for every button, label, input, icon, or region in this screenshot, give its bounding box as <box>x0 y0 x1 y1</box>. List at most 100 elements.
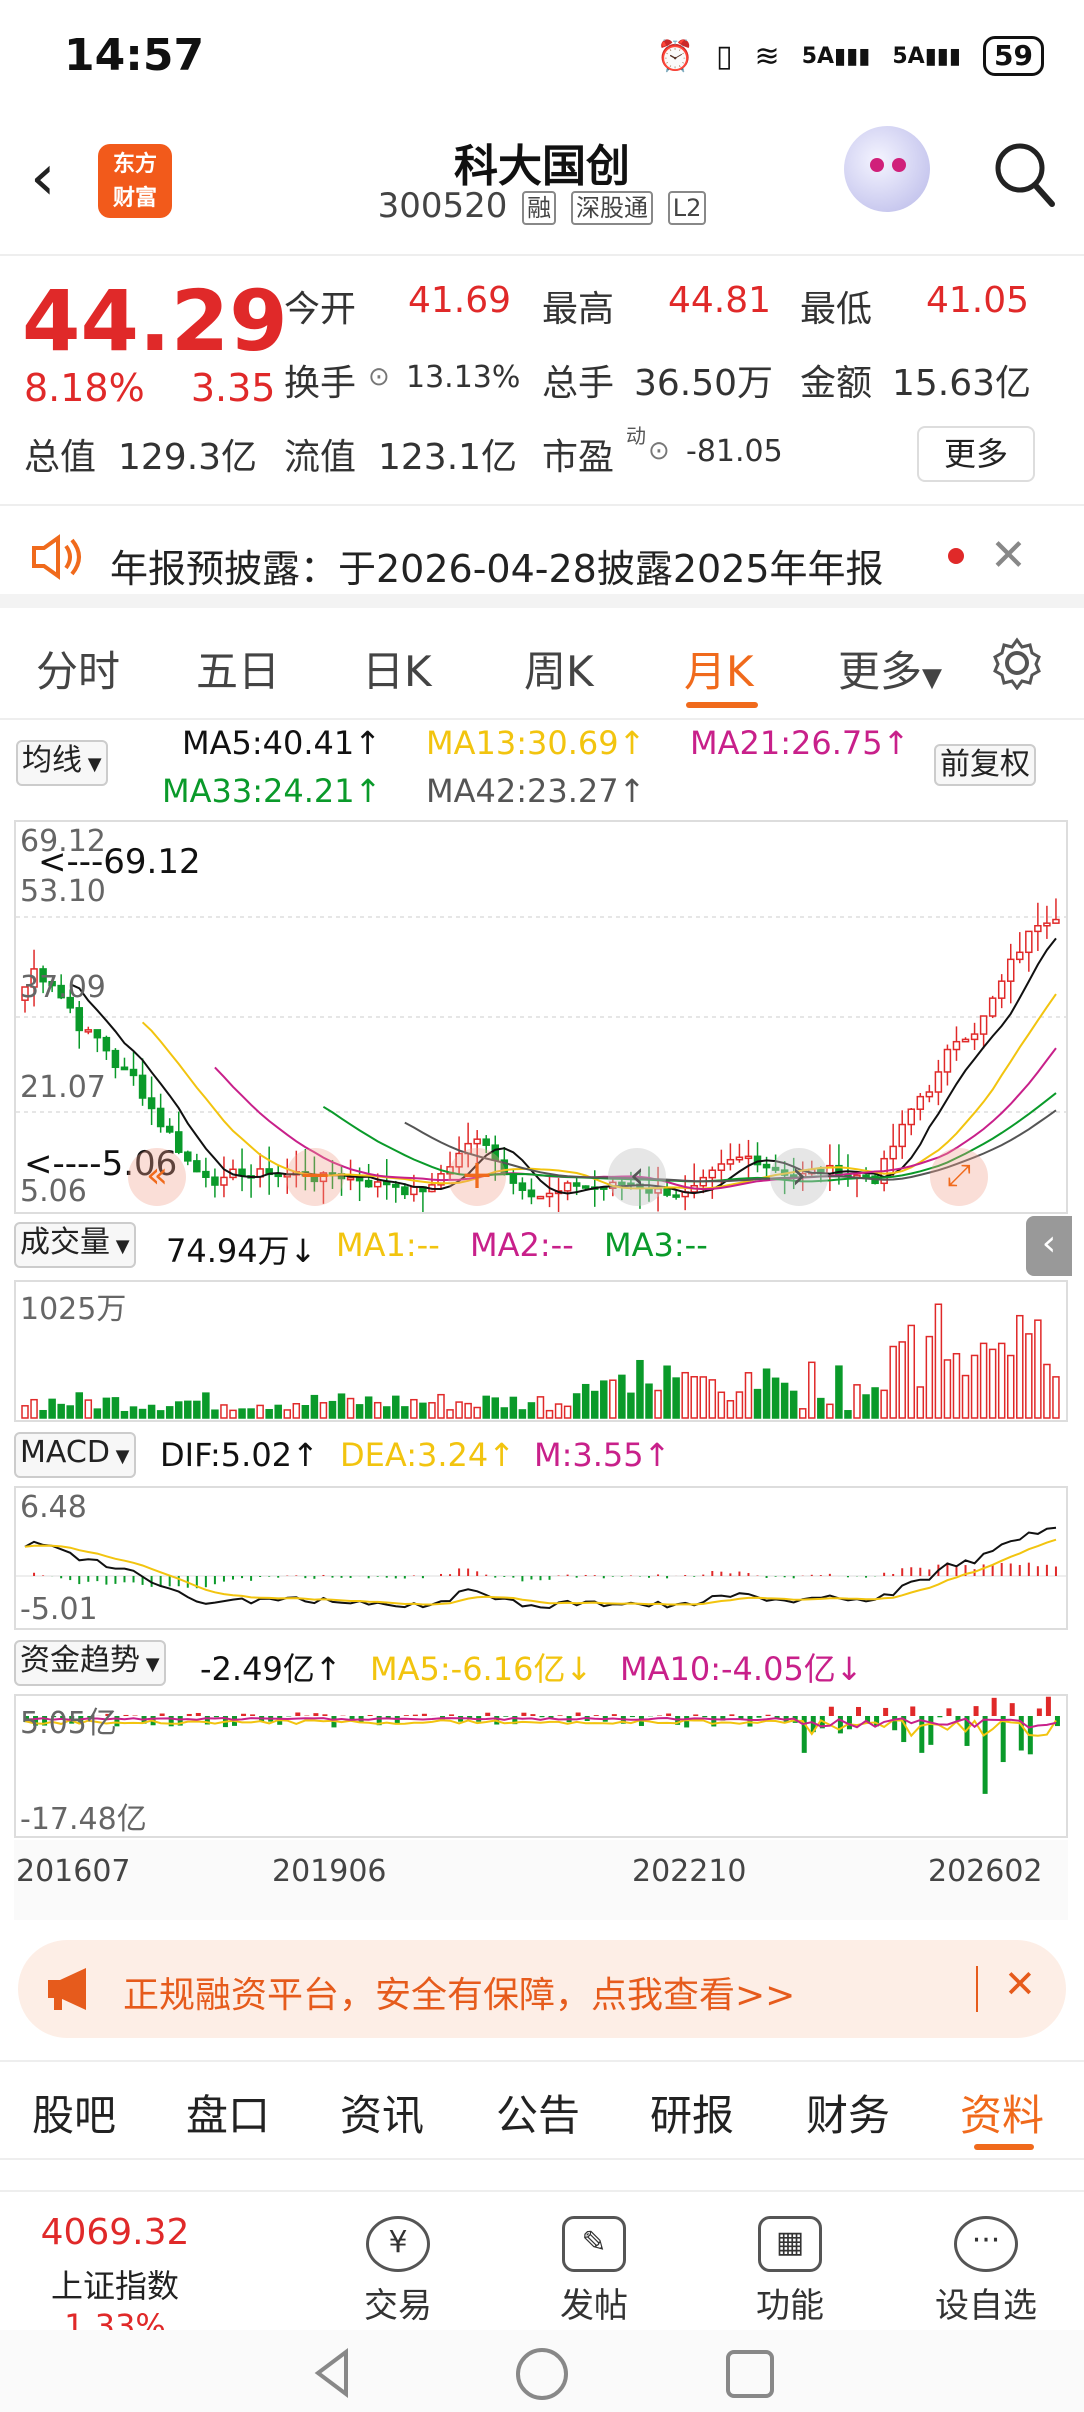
capital-bar <box>937 1716 943 1718</box>
functions-button[interactable]: ▦ 功能 <box>720 2216 860 2327</box>
volume-bar <box>735 1391 744 1419</box>
tab-daily-k[interactable]: 日K <box>362 638 432 699</box>
volume-bar <box>545 1409 554 1419</box>
pe-info-icon[interactable]: ⊙ <box>648 436 670 466</box>
capital-bar <box>1000 1716 1006 1763</box>
info-icon[interactable]: ⊙ <box>368 362 390 392</box>
more-quote-button[interactable]: 更多 <box>917 426 1035 482</box>
tab-news[interactable]: 资讯 <box>340 2082 424 2143</box>
capital-bar <box>539 1716 545 1718</box>
nav-recents-icon[interactable] <box>724 2348 776 2404</box>
capital-bar <box>313 1713 319 1716</box>
speaker-icon <box>28 532 84 582</box>
date-label-2: 201906 <box>272 1854 387 1889</box>
adjust-fq-button[interactable]: 前复权 <box>934 744 1036 786</box>
active-tab-underline <box>686 702 758 708</box>
tab-intraday[interactable]: 分时 <box>36 638 120 699</box>
close-promo-icon[interactable]: ✕ <box>1004 1962 1036 2006</box>
tab-weekly-k[interactable]: 周K <box>524 638 594 699</box>
notice-bar[interactable]: 年报预披露：于2026-04-28披露2025年年报 ✕ <box>0 508 1084 608</box>
candle-body <box>147 1097 156 1110</box>
index-widget[interactable]: 4069.32 上证指数 1.33% <box>0 2212 230 2345</box>
capital-bar <box>557 1715 563 1716</box>
candle-body <box>997 980 1006 999</box>
scroll-left-fast-icon[interactable]: « <box>128 1148 186 1206</box>
tab-five-day[interactable]: 五日 <box>196 638 280 699</box>
candle-body <box>979 1015 988 1035</box>
macd-chart[interactable]: 6.48 -5.01 <box>14 1486 1068 1630</box>
macd-selector[interactable]: MACD ▼ <box>14 1432 136 1478</box>
volume-bar <box>491 1397 500 1419</box>
ma5-label: MA5:40.41↑ <box>182 724 382 762</box>
promo-banner[interactable]: 正规融资平台，安全有保障，点我查看>> ✕ <box>18 1940 1066 2038</box>
candle-body <box>889 1145 897 1160</box>
capital-bar <box>159 1713 165 1716</box>
zoom-in-icon[interactable]: + <box>448 1148 506 1206</box>
scroll-left-icon[interactable]: ‹ <box>608 1148 666 1206</box>
volume-bar <box>292 1402 301 1419</box>
scroll-right-icon[interactable]: › <box>770 1148 828 1206</box>
candle-body <box>925 1091 934 1098</box>
volume-chart[interactable]: 1025万 <box>14 1280 1068 1422</box>
volume-bar <box>572 1393 581 1419</box>
nav-back-icon[interactable] <box>306 2346 360 2404</box>
trade-button[interactable]: ¥ 交易 <box>328 2216 468 2327</box>
volume-bar <box>319 1402 328 1419</box>
volume-bar <box>979 1342 988 1419</box>
search-icon[interactable] <box>990 134 1060 214</box>
tab-pankou[interactable]: 盘口 <box>186 2082 270 2143</box>
tab-finance[interactable]: 财务 <box>806 2082 890 2143</box>
capital-bar <box>883 1707 889 1716</box>
candle-body <box>1016 951 1024 961</box>
tab-research[interactable]: 研报 <box>650 2082 734 2143</box>
capital-bar <box>593 1715 599 1716</box>
macd-svg <box>16 1526 1066 1610</box>
status-time: 14:57 <box>64 30 205 81</box>
volume-bar <box>1006 1354 1015 1419</box>
macd-dif: DIF:5.02↑ <box>160 1436 319 1474</box>
capital-bar <box>521 1712 527 1716</box>
capital-bar <box>213 1716 219 1718</box>
volume-bar <box>970 1354 979 1419</box>
capital-bar <box>1009 1703 1015 1716</box>
close-icon[interactable]: ✕ <box>990 530 1027 581</box>
assistant-robot-icon[interactable] <box>844 126 930 212</box>
settings-gear-icon[interactable] <box>990 636 1044 691</box>
candle-body <box>410 1186 418 1196</box>
kline-chart[interactable]: 69.12 53.10 37.09 21.07 5.06 <---69.12 <… <box>14 820 1068 1215</box>
post-button[interactable]: ✎ 发帖 <box>524 2216 664 2327</box>
volume-bar <box>229 1409 237 1419</box>
tab-monthly-k[interactable]: 月K <box>684 638 754 699</box>
volume-bar <box>211 1409 219 1419</box>
capital-ma5: MA5:-6.16亿↓ <box>370 1650 593 1688</box>
candle-body <box>545 1192 554 1198</box>
tab-profile[interactable]: 资料 <box>960 2082 1044 2143</box>
capital-bar <box>765 1714 771 1716</box>
capital-bar <box>702 1716 708 1718</box>
volume-selector[interactable]: 成交量 ▼ <box>14 1222 136 1268</box>
turnover-label: 换手 <box>284 363 357 404</box>
collapse-panel-icon[interactable]: ‹ <box>1026 1216 1072 1276</box>
capital-value: -2.49亿↑ <box>200 1650 342 1688</box>
volume-bar <box>609 1379 617 1419</box>
alarm-icon: ⏰ <box>656 38 695 74</box>
volume-bar <box>184 1400 192 1419</box>
capital-selector[interactable]: 资金趋势 ▼ <box>14 1640 166 1686</box>
tag-margin: 融 <box>522 190 557 225</box>
volume-bar <box>66 1405 74 1419</box>
volume-bar <box>84 1399 93 1419</box>
tab-announcements[interactable]: 公告 <box>496 2082 580 2143</box>
capital-chart[interactable]: 5.05亿 -17.48亿 <box>14 1694 1068 1838</box>
tab-guba[interactable]: 股吧 <box>32 2082 116 2143</box>
volume-bar <box>21 1405 29 1419</box>
add-watchlist-button[interactable]: ··· 设自选 <box>916 2216 1056 2327</box>
fullscreen-icon[interactable]: ⤢ <box>930 1148 988 1206</box>
ma-selector[interactable]: 均线 ▼ <box>16 740 108 786</box>
wifi-icon: ≋ <box>754 38 780 74</box>
candle-body <box>364 1179 373 1188</box>
nav-home-icon[interactable] <box>514 2346 570 2406</box>
volume-bar <box>636 1359 644 1419</box>
capital-bar <box>530 1714 536 1716</box>
zoom-out-icon[interactable]: − <box>286 1148 344 1206</box>
tab-more[interactable]: 更多▼ <box>838 638 942 699</box>
